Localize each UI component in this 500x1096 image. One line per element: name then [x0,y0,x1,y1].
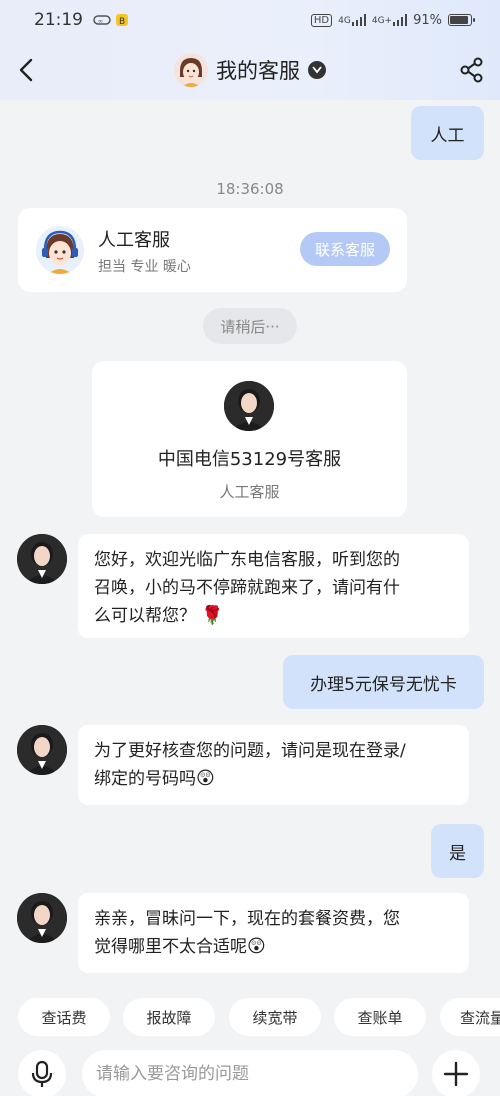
user-message-text: 办理5元保号无忧卡 [310,674,457,695]
title-wrap[interactable]: 我的客服 [174,53,326,87]
page-title: 我的客服 [216,59,300,83]
agent-info-card: 中国电信53129号客服 人工客服 [92,361,407,517]
microphone-icon [31,1060,53,1087]
surprised-emoji-icon: 😲 [247,936,266,957]
agent-message-line: 么可以帮您？ 🌹 [94,605,224,626]
svg-text:B: B [119,17,125,27]
agent-role: 人工客服 [219,483,280,501]
more-options-button[interactable] [432,1050,480,1096]
chat-area[interactable]: 人工 18:36:08 人工客服 担当 专业 暖心 联系客服 请稍后··· 中国… [0,100,500,990]
agent-message-line: 亲亲，冒昧问一下，现在的套餐资费，您 [94,909,400,929]
battery-fill [450,16,469,24]
cartoon-agent-icon [174,53,208,87]
agent-photo-icon [224,381,274,431]
agent-message-line: 觉得哪里不太合适呢😲 [94,936,266,957]
quick-reply-chip[interactable]: 查账单 [334,998,426,1036]
share-button[interactable] [458,56,486,84]
agent-message: 亲亲，冒昧问一下，现在的套餐资费，您 觉得哪里不太合适呢😲 [78,893,469,973]
agent-message-line: 绑定的号码吗😲 [94,768,215,789]
service-avatar [174,53,208,87]
quick-reply-chip[interactable]: 查流量 [440,998,500,1036]
agent-message-line: 为了更好核查您的问题，请问是现在登录/ [94,741,406,761]
agent-message-line: 召唤，小的马不停蹄就跑来了，请问有什 [94,578,400,598]
user-message-text: 人工 [430,125,465,146]
share-icon [460,57,483,83]
plus-icon [443,1061,469,1087]
hd-icon: HD [310,13,333,27]
agent-message: 您好，欢迎光临广东电信客服，听到您的 召唤，小的马不停蹄就跑来了，请问有什 么可… [78,534,469,638]
user-message: 是 [431,824,484,878]
app-notification-icon: B [116,14,128,27]
user-message: 办理5元保号无忧卡 [283,655,484,709]
quick-reply-chip[interactable]: 续宽带 [229,998,321,1036]
notification-icons: ∞ B [93,13,129,27]
agent-avatar[interactable] [17,534,67,584]
rose-emoji-icon: 🌹 [201,605,224,626]
agent-avatar[interactable] [17,725,67,775]
message-timestamp: 18:36:08 [216,180,284,198]
verified-badge-icon [308,61,326,79]
user-message-text: 是 [449,843,466,864]
link-icon: ∞ [93,15,111,25]
voice-button[interactable] [18,1050,66,1096]
status-bar: 21:19 ∞ B HD 4G 4G+ 91% [0,0,500,40]
agent-message-line: 您好，欢迎光临广东电信客服，听到您的 [94,550,400,570]
svg-text:∞: ∞ [98,18,103,25]
contact-service-button[interactable]: 联系客服 [300,232,390,266]
waiting-indicator: 请稍后··· [203,308,297,344]
agent-photo-icon [17,725,67,775]
quick-reply-chip[interactable]: 查话费 [18,998,110,1036]
status-time: 21:19 [34,10,83,30]
battery-icon [448,14,475,26]
service-card-tags: 担当 专业 暖心 [98,259,191,275]
agent-card-avatar [224,381,274,431]
quick-reply-chip[interactable]: 报故障 [123,998,215,1036]
user-message: 人工 [411,106,484,160]
battery-percent: 91% [413,12,442,28]
service-card-avatar [36,226,84,274]
quick-reply-bar: 查话费 报故障 续宽带 查账单 查流量 [0,998,500,1038]
agent-photo-icon [17,893,67,943]
message-input-wrapper [82,1050,418,1096]
agent-avatar[interactable] [17,893,67,943]
service-card: 人工客服 担当 专业 暖心 联系客服 [18,208,407,292]
chevron-left-icon [19,58,33,82]
headset-agent-icon [36,226,84,274]
agent-name: 中国电信53129号客服 [157,449,342,470]
agent-message: 为了更好核查您的问题，请问是现在登录/ 绑定的号码吗😲 [78,725,469,805]
status-right: HD 4G 4G+ 91% [310,12,475,28]
surprised-emoji-icon: 😲 [196,768,215,789]
agent-photo-icon [17,534,67,584]
message-input[interactable] [96,1064,418,1084]
signal-icon-1: 4G [338,14,366,26]
chat-header: 我的客服 [0,40,500,100]
service-card-title: 人工客服 [98,230,170,251]
signal-icon-2: 4G+ [372,14,408,26]
back-button[interactable] [14,54,38,86]
input-bar [0,1048,500,1096]
